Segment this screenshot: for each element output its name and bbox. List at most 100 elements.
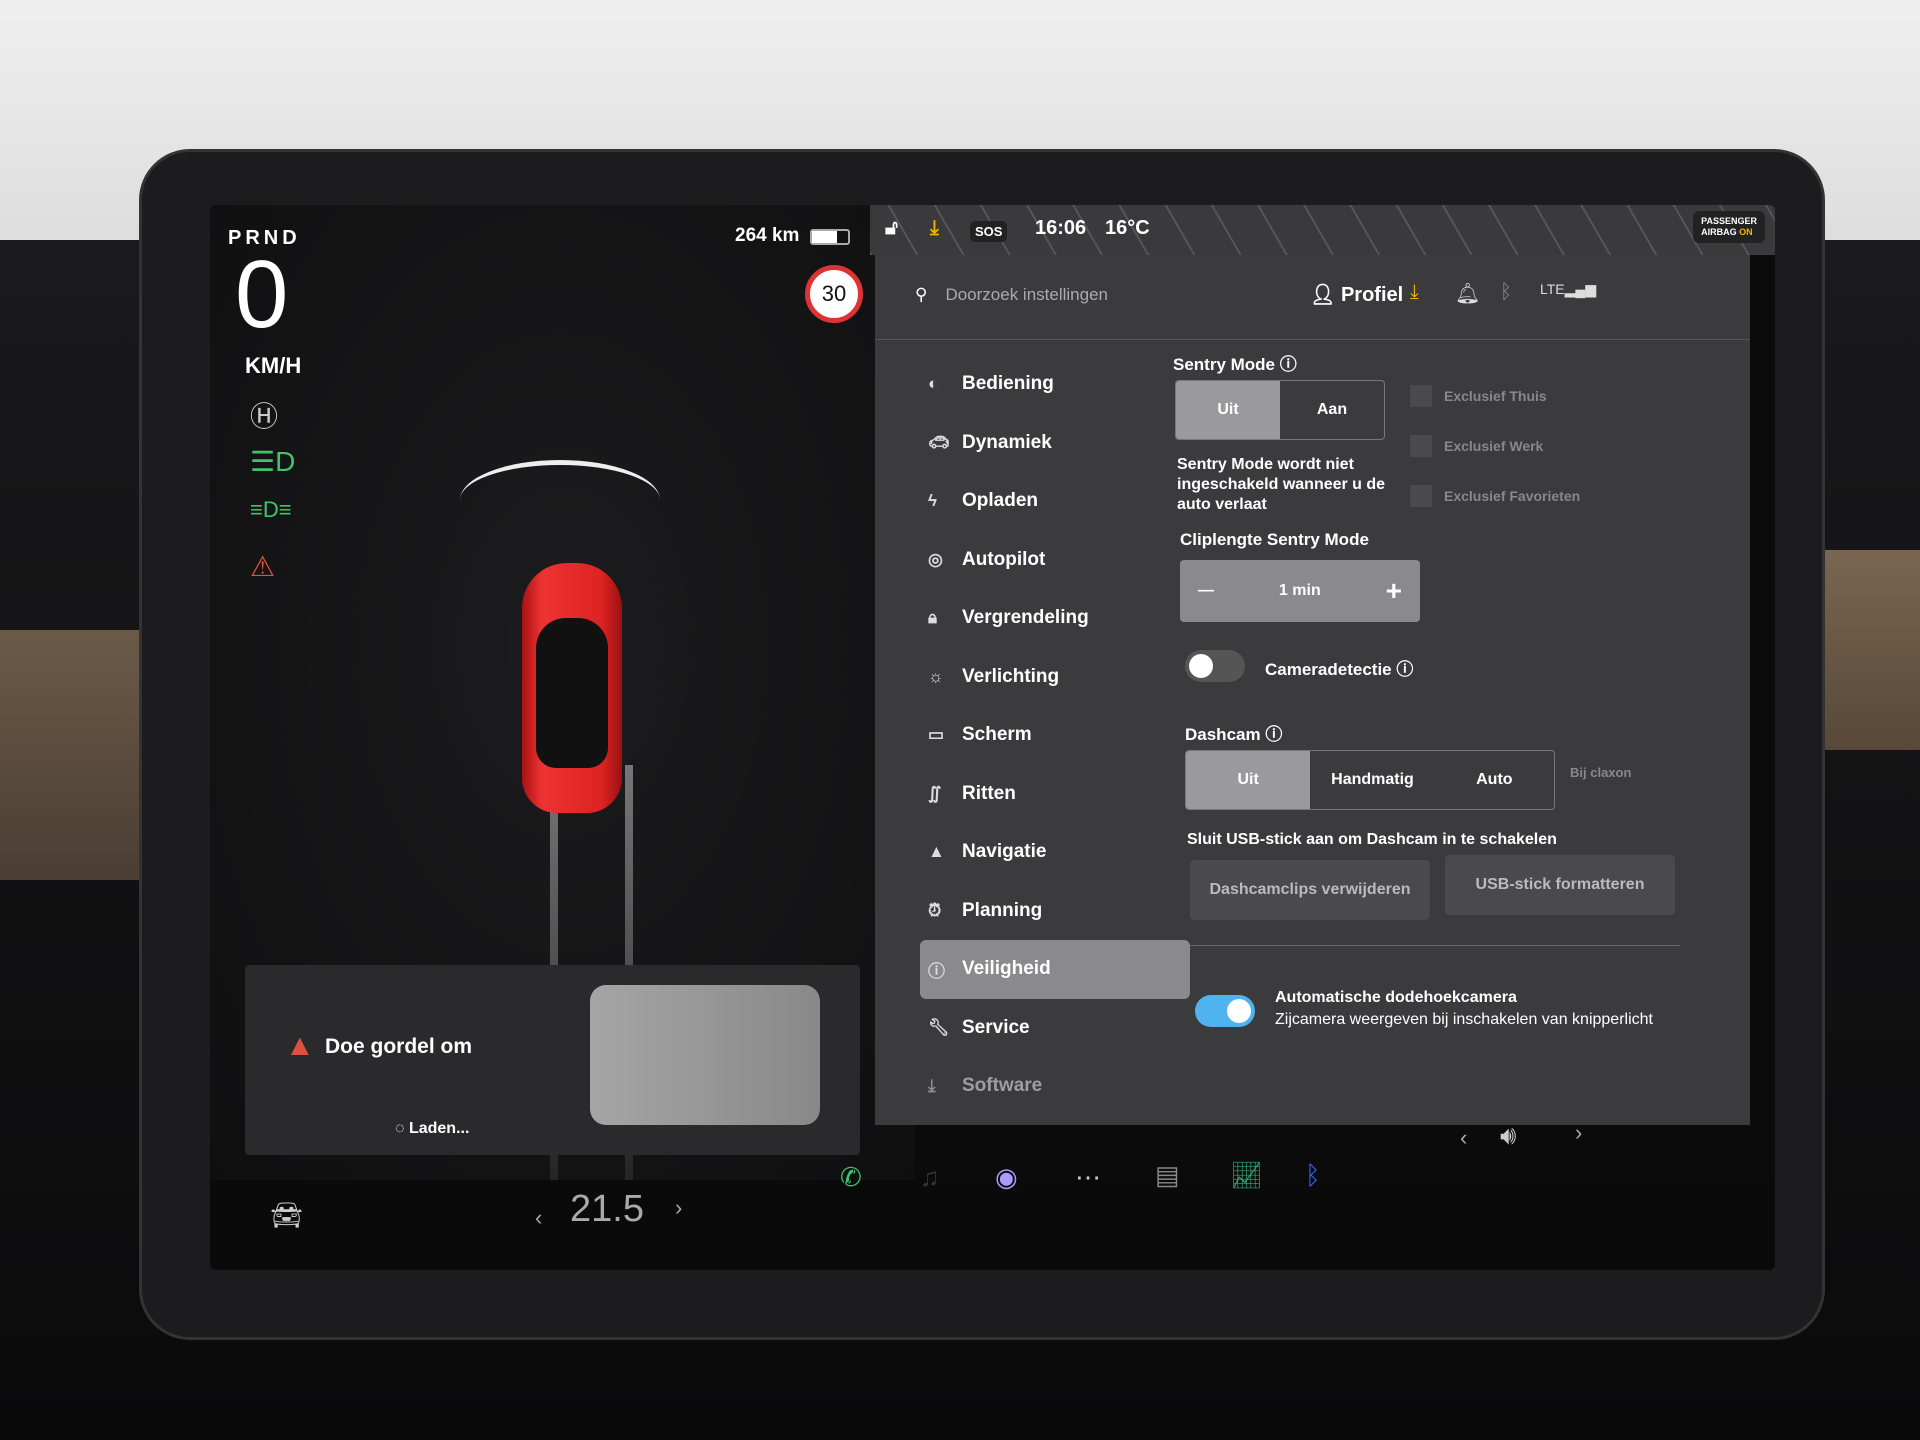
blindspot-camera-description: Zijcamera weergeven bij inschakelen van …	[1275, 1011, 1653, 1028]
hold-icon: Ⓗ	[250, 401, 279, 432]
volume-up-button[interactable]: ›	[1575, 1120, 1582, 1146]
menu-item-ritten[interactable]: ∬ Ritten	[920, 765, 1190, 824]
delete-dashcam-clips-button[interactable]: Dashcamclips verwijderen	[1190, 860, 1430, 920]
alert-text: Doe gordel om	[325, 1035, 473, 1058]
speed-unit: KM/H	[245, 353, 302, 378]
camera-detection-label: Cameradetectie ⓘ	[1265, 660, 1414, 679]
range: 264 km	[735, 225, 800, 246]
map-strip[interactable]: 🔓︎ ⤓ SOS 16:06 16°C PASSENGER AIRBAG ON	[870, 205, 1775, 255]
menu-item-veiligheid[interactable]: ⓘ Veiligheid	[920, 940, 1190, 999]
plus-button[interactable]: +	[1386, 575, 1402, 607]
clip-length-value: 1 min	[1278, 582, 1321, 599]
menu-item-bediening[interactable]: ◐ Bediening	[920, 355, 1190, 414]
steering-wheel-icon: ◎	[928, 549, 943, 569]
exclude-work-checkbox[interactable]: Exclusief Werk	[1410, 435, 1543, 457]
dashcam-title: Dashcam ⓘ	[1185, 725, 1283, 744]
bluetooth-app-icon[interactable]: ᛒ	[1305, 1160, 1321, 1191]
exclude-favorites-checkbox[interactable]: Exclusief Favorieten	[1410, 485, 1580, 507]
more-apps-icon[interactable]: ⋯	[1075, 1162, 1101, 1193]
usb-notice: Sluit USB-stick aan om Dashcam in te sch…	[1187, 831, 1557, 848]
download-icon[interactable]: ⤓	[1410, 281, 1419, 304]
menu-item-label: Veiligheid	[962, 958, 1051, 980]
dashcam-auto-option[interactable]: Auto	[1435, 751, 1554, 809]
search-input[interactable]: ⚲ Doorzoek instellingen	[915, 285, 1126, 305]
download-icon[interactable]: ⤓	[930, 217, 939, 240]
sentry-off-option[interactable]: Uit	[1176, 381, 1280, 439]
clock-icon: ⏰︎	[928, 900, 942, 920]
settings-topbar: ⚲ Doorzoek instellingen 👤︎ Profiel ⤓ 🔔︎ ᛒ…	[875, 255, 1750, 340]
volume-down-button[interactable]: ‹	[1460, 1125, 1467, 1151]
clip-length-stepper[interactable]: — 1 min +	[1180, 560, 1420, 622]
wrench-icon: 🔧︎	[928, 1017, 950, 1037]
car-icon[interactable]: 🚘︎	[270, 1200, 303, 1231]
clock: 16:06	[1035, 217, 1087, 239]
car-icon: 🚗︎	[928, 432, 950, 452]
dashcam-off-option[interactable]: Uit	[1186, 751, 1311, 809]
sun-icon: ☼	[928, 666, 944, 686]
drive-panel: PRND 0 KM/H Ⓗ ☰D ≡D≡ ⚠ 264 km 30 ▲ Doe g…	[210, 205, 915, 1195]
menu-item-label: Verlichting	[962, 665, 1060, 687]
warning-icon: ▲	[285, 1029, 315, 1062]
seat-diagram	[590, 985, 820, 1125]
menu-item-label: Scherm	[962, 724, 1032, 746]
menu-item-label: Navigatie	[962, 841, 1047, 863]
music-icon[interactable]: ♫	[920, 1162, 940, 1193]
bolt-icon: ϟ	[928, 491, 937, 511]
loading-text: Laden...	[408, 1120, 470, 1137]
battery-icon	[810, 229, 850, 245]
dashcam-manual-option[interactable]: Handmatig	[1310, 751, 1434, 809]
headlight-icon: ☰D	[250, 446, 296, 477]
menu-item-software[interactable]: ⤓ Software	[920, 1057, 1190, 1116]
menu-item-label: Autopilot	[962, 548, 1046, 570]
menu-item-opladen[interactable]: ϟ Opladen	[920, 472, 1190, 531]
lte-signal-icon: LTE▂▄▆	[1540, 281, 1597, 297]
camera-icon[interactable]: ◉	[995, 1162, 1018, 1193]
unlock-icon[interactable]: 🔓︎	[885, 217, 898, 240]
temp-down-button[interactable]: ‹	[535, 1205, 542, 1231]
seatbelt-icon: ⚠	[250, 551, 276, 582]
clip-length-title: Cliplengte Sentry Mode	[1180, 530, 1369, 549]
sentry-mode-toggle[interactable]: Uit Aan	[1175, 380, 1385, 440]
menu-item-autopilot[interactable]: ◎ Autopilot	[920, 531, 1190, 590]
energy-icon[interactable]: 📈︎	[1230, 1160, 1263, 1191]
menu-item-label: Bediening	[962, 373, 1054, 395]
menu-item-service[interactable]: 🔧︎ Service	[920, 999, 1190, 1058]
menu-item-scherm[interactable]: ▭ Scherm	[920, 706, 1190, 765]
profile-button[interactable]: 👤︎ Profiel	[1310, 282, 1403, 307]
info-icon: ⓘ	[928, 961, 945, 981]
touchscreen: PRND 0 KM/H Ⓗ ☰D ≡D≡ ⚠ 264 km 30 ▲ Doe g…	[210, 205, 1775, 1270]
speed: 0	[235, 241, 289, 348]
settings-menu: ◐ Bediening 🚗︎ Dynamiek ϟ Opladen ◎ Autopilot 🔒︎…	[920, 355, 1190, 1116]
menu-item-vergrendeling[interactable]: 🔒︎ Vergrendeling	[920, 589, 1190, 648]
bell-icon[interactable]: 🔔︎	[1455, 281, 1480, 306]
bluetooth-icon[interactable]: ᛒ	[1500, 281, 1512, 304]
sentry-on-option[interactable]: Aan	[1280, 381, 1384, 439]
dashcam-mode-selector[interactable]: Uit Handmatig Auto	[1185, 750, 1555, 810]
temp-up-button[interactable]: ›	[675, 1195, 682, 1221]
menu-item-dynamiek[interactable]: 🚗︎ Dynamiek	[920, 414, 1190, 473]
blindspot-camera-toggle[interactable]	[1195, 995, 1255, 1027]
camera-detection-toggle[interactable]	[1185, 650, 1245, 682]
dashcam-honk-option[interactable]: Bij claxon	[1570, 765, 1640, 780]
cabin-temperature: 21.5	[570, 1188, 644, 1230]
format-usb-button[interactable]: USB-stick formatteren	[1445, 855, 1675, 915]
volume-icon[interactable]: 🔊︎	[1500, 1120, 1516, 1152]
menu-item-navigatie[interactable]: ▲ Navigatie	[920, 823, 1190, 882]
exclude-home-checkbox[interactable]: Exclusief Thuis	[1410, 385, 1547, 407]
calendar-icon[interactable]: ▤	[1155, 1160, 1180, 1191]
sentry-mode-title: Sentry Mode ⓘ	[1173, 355, 1297, 374]
trips-icon: ∬	[928, 783, 942, 803]
minus-button[interactable]: —	[1198, 582, 1214, 600]
search-icon: ⚲	[915, 285, 928, 304]
car-model[interactable]	[522, 563, 622, 813]
settings-panel: ⚲ Doorzoek instellingen 👤︎ Profiel ⤓ 🔔︎ ᛒ…	[875, 255, 1750, 1125]
lock-icon: 🔒︎	[928, 608, 938, 628]
sos-button[interactable]: SOS	[970, 221, 1008, 242]
phone-icon[interactable]: ✆	[840, 1162, 862, 1193]
menu-item-planning[interactable]: ⏰︎ Planning	[920, 882, 1190, 941]
outside-temperature: 16°C	[1105, 217, 1150, 239]
menu-item-label: Opladen	[962, 490, 1039, 512]
menu-item-verlichting[interactable]: ☼ Verlichting	[920, 648, 1190, 707]
download-icon: ⤓	[928, 1076, 936, 1096]
divider	[1190, 945, 1680, 946]
